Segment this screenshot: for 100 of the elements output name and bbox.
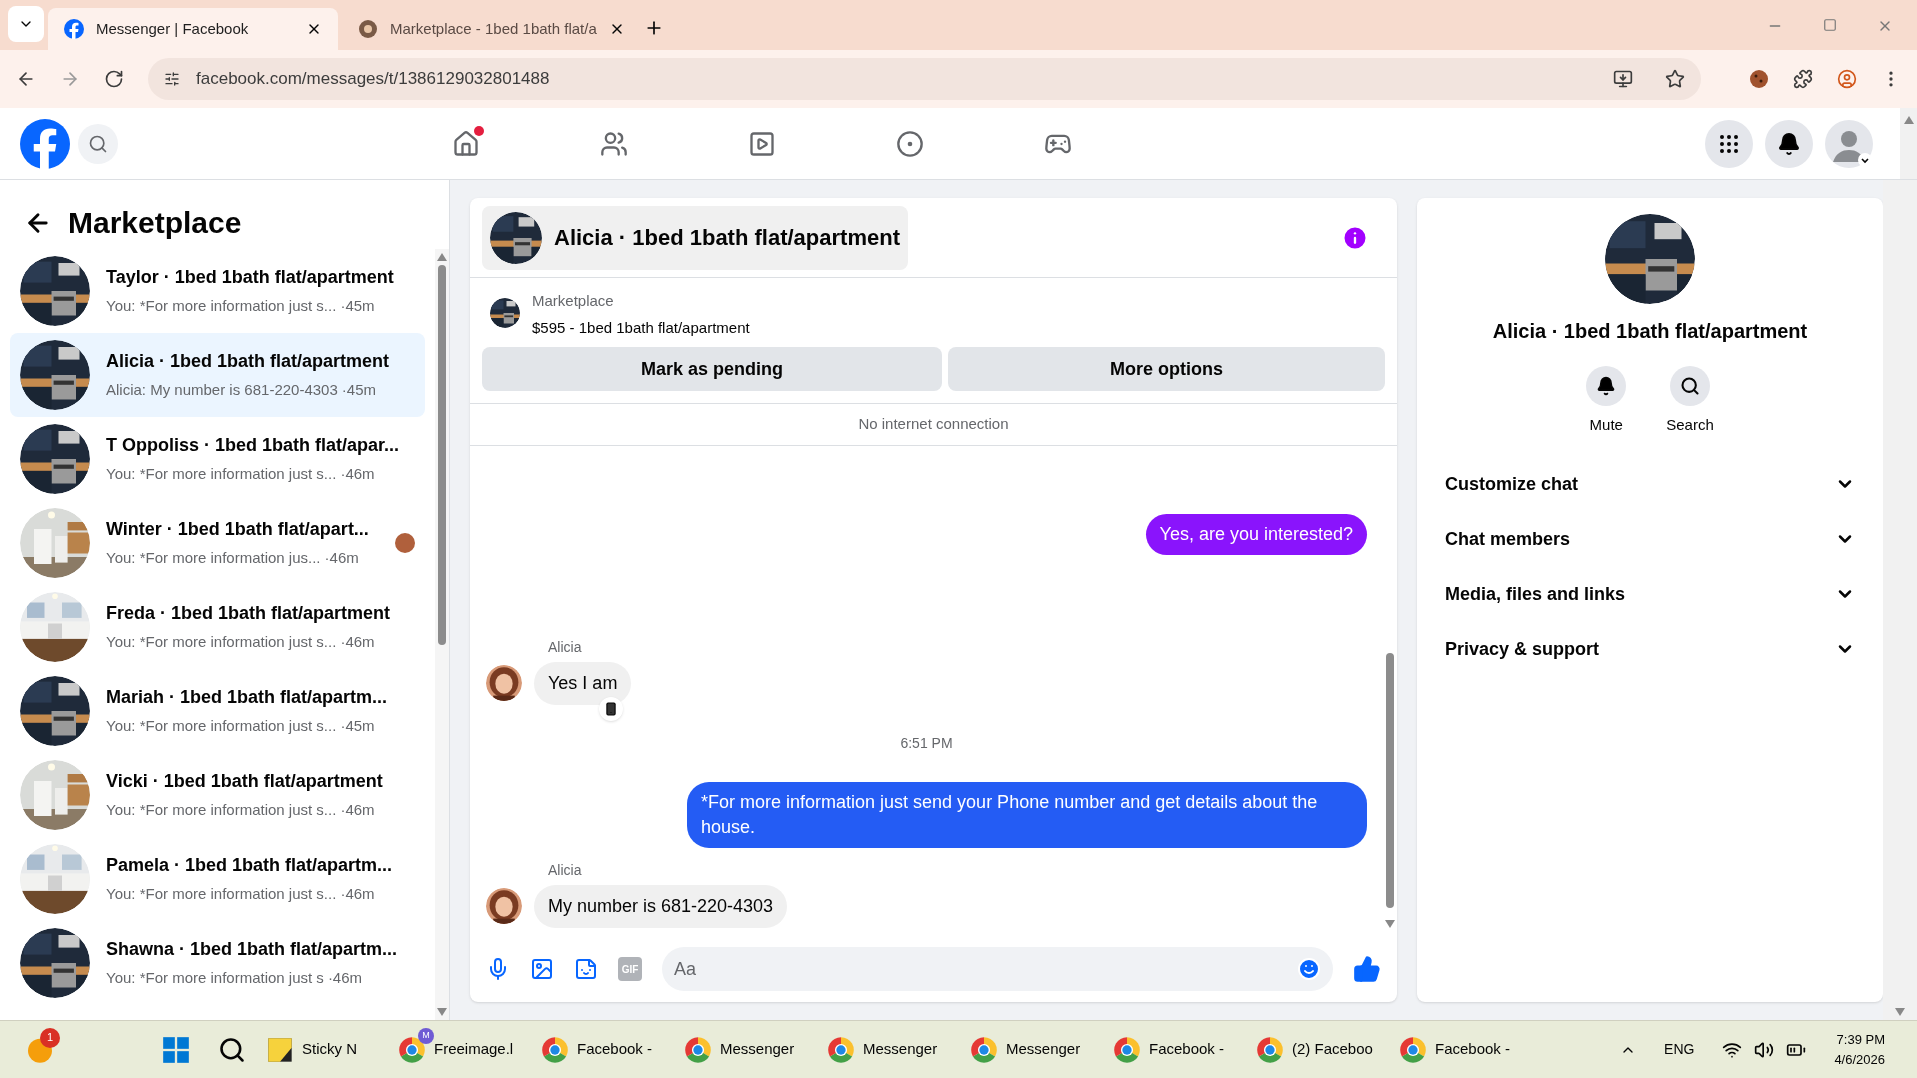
install-icon[interactable] [1613, 69, 1633, 89]
action-label: Mute [1589, 415, 1623, 435]
scroll-down-arrow-icon[interactable] [437, 1008, 447, 1016]
video-icon[interactable] [747, 129, 776, 158]
conversation-item[interactable]: T Oppoliss · 1bed 1bath flat/apar... You: *For more information just s... ·46m [10, 417, 425, 501]
clock[interactable]: 7:39 PM 4/6/2026 [1834, 1030, 1885, 1069]
conversation-item[interactable]: Alicia · 1bed 1bath flat/apartment Alicia: My number is 681-220-4303 ·45m [10, 333, 425, 417]
taskbar-app-label: Sticky N [302, 1039, 357, 1060]
reload-icon[interactable] [104, 69, 124, 89]
scroll-down-arrow-icon[interactable] [1895, 1008, 1905, 1016]
facebook-logo-icon[interactable] [20, 118, 70, 169]
message-time: ·45m [340, 296, 375, 317]
message-time: ·45m [340, 716, 375, 737]
section-header[interactable]: Chat members [1437, 511, 1863, 567]
cookie-icon[interactable] [1749, 69, 1769, 89]
browser-icon [1256, 1035, 1284, 1064]
taskbar-app[interactable]: Facebook - [533, 1027, 664, 1072]
taskbar-app-label: Facebook - [1435, 1039, 1511, 1060]
taskbar-app-label: (2) Faceboo [1292, 1039, 1373, 1060]
address-bar[interactable]: facebook.com/messages/t/1386129032801488 [148, 58, 1701, 100]
windows-start-icon[interactable] [162, 1035, 190, 1064]
conversation-title: Freda · 1bed 1bath flat/apartment [106, 602, 392, 626]
conversation-title: Mariah · 1bed 1bath flat/apartm... [106, 686, 389, 710]
friends-icon[interactable] [599, 129, 628, 158]
sidebar-title: Marketplace [68, 205, 242, 241]
listing-action-button[interactable]: More options [948, 347, 1385, 391]
bell-icon [1777, 131, 1801, 156]
message-input[interactable]: Aa [662, 947, 1333, 991]
conversation-item[interactable]: Vicki · 1bed 1bath flat/apartment You: *For more information just s... ·46m [10, 753, 425, 837]
scroll-down-arrow-icon[interactable] [1385, 920, 1395, 928]
taskbar-app[interactable]: Facebook - [1105, 1027, 1236, 1072]
sticky-note-icon [266, 1035, 294, 1064]
scrollbar[interactable] [435, 249, 449, 1020]
browser-icon [970, 1035, 998, 1064]
notifications-button[interactable] [1765, 119, 1813, 168]
conversation-item[interactable]: Taylor · 1bed 1bath flat/apartment You: *For more information just s... ·45m [10, 249, 425, 333]
notification-badge: 1 [40, 1027, 60, 1048]
menu-button[interactable] [1705, 119, 1753, 168]
restore-icon[interactable] [1823, 18, 1837, 32]
conversation-item[interactable]: Freda · 1bed 1bath flat/apartment You: *For more information just s... ·46m [10, 585, 425, 669]
extensions-icon[interactable] [1793, 69, 1813, 89]
scroll-up-arrow-icon[interactable] [1903, 116, 1914, 124]
image-icon[interactable] [530, 957, 554, 981]
taskbar-app[interactable]: Messenger [819, 1027, 950, 1072]
sender-name: Alicia [548, 861, 583, 880]
message-time: ·45m [341, 380, 376, 401]
taskbar-app-label: Freeimage.l [434, 1039, 514, 1060]
sent-message-bubble: Yes, are you interested? [1145, 514, 1367, 555]
search-button[interactable] [1670, 366, 1710, 406]
search-icon[interactable] [218, 1035, 246, 1064]
taskbar-app-label: Messenger [863, 1039, 938, 1060]
site-settings-icon[interactable] [164, 71, 180, 87]
facebook-logo-icon[interactable] [64, 19, 84, 39]
reaction-icon[interactable] [599, 697, 624, 721]
browser-icon [827, 1035, 855, 1064]
sticker-icon[interactable] [574, 957, 598, 981]
sent-message-bubble: *For more information just send your Phone number and get details about the house. [687, 782, 1367, 848]
like-icon[interactable] [1353, 955, 1381, 983]
taskbar-app[interactable]: (2) Faceboo [1248, 1027, 1379, 1072]
profile-icon[interactable] [1837, 69, 1857, 89]
conversation-title: Shawna · 1bed 1bath flat/apartm... [106, 938, 399, 962]
section-header[interactable]: Customize chat [1437, 456, 1863, 512]
conversation-title: Winter · 1bed 1bath flat/apart... [106, 518, 370, 542]
bell-icon [1596, 376, 1617, 396]
message-time: ·46m [327, 968, 363, 989]
message-time: ·46m [340, 800, 375, 821]
tab-title: Messenger | Facebook [96, 18, 250, 39]
site-icon [358, 19, 378, 39]
conversation-item[interactable]: Winter · 1bed 1bath flat/apart... You: *For more information jus... ·46m [10, 501, 425, 585]
mute-button[interactable] [1586, 366, 1627, 406]
conversation-item[interactable]: Pamela · 1bed 1bath flat/apartm... You: *For more information just s... ·46m [10, 837, 425, 921]
taskbar-app-label: Messenger [720, 1039, 795, 1060]
conversation-item[interactable]: Shawna · 1bed 1bath flat/apartm... You: *For more information just s ·46m [10, 921, 425, 1005]
profile-badge: M [418, 1027, 434, 1044]
search-icon [88, 133, 108, 154]
taskbar-app[interactable]: Sticky N [258, 1027, 378, 1072]
message-preview: You: *For more information just s... [106, 884, 337, 905]
listing-action-button[interactable]: Mark as pending [482, 347, 942, 391]
section-header[interactable]: Privacy & support [1437, 621, 1863, 677]
scroll-up-arrow-icon[interactable] [437, 253, 447, 261]
bookmark-icon[interactable] [1665, 69, 1685, 89]
taskbar-app[interactable]: M Freeimage.l [390, 1027, 521, 1072]
listing-source: Marketplace [532, 291, 615, 311]
chat-title-button[interactable]: Alicia · 1bed 1bath flat/apartment [482, 205, 908, 270]
language-indicator[interactable]: ENG [1664, 1039, 1695, 1060]
conversation-item[interactable]: Mariah · 1bed 1bath flat/apartm... You: *For more information just s... ·45m [10, 669, 425, 753]
browser-tab[interactable]: Marketplace - 1bed 1bath flat/a [342, 8, 632, 50]
message-time: ·46m [340, 632, 375, 653]
message-time: ·46m [340, 884, 375, 905]
taskbar-app[interactable]: Messenger [962, 1027, 1093, 1072]
volume-icon[interactable] [1754, 1039, 1775, 1060]
section-header[interactable]: Media, files and links [1437, 566, 1863, 622]
message-text-input[interactable]: Aa [674, 955, 1297, 983]
account-avatar-icon[interactable] [1825, 119, 1873, 168]
taskbar-app[interactable]: Facebook - [1391, 1027, 1522, 1072]
taskbar-app[interactable]: Messenger [676, 1027, 807, 1072]
browser-tab[interactable]: Messenger | Facebook [48, 8, 338, 50]
message-preview: You: *For more information jus... [106, 548, 321, 569]
url-text: facebook.com/messages/t/1386129032801488 [196, 68, 551, 91]
emoji-icon[interactable] [1297, 957, 1321, 981]
